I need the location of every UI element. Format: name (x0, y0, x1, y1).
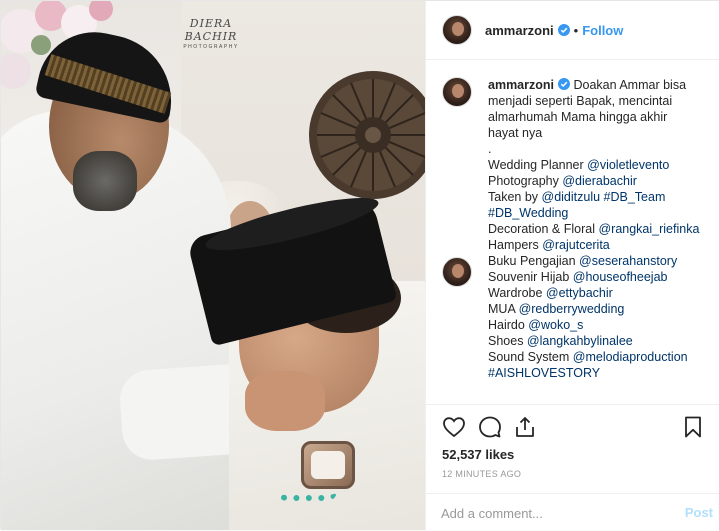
groom-hand (245, 371, 325, 431)
caption-line: . (488, 142, 492, 156)
verified-badge-icon (558, 78, 570, 90)
caption-row: ammarzoni Doakan Ammar bisa menjadi sepe… (442, 77, 705, 381)
caption-line: Doakan Ammar bisa (570, 78, 687, 92)
caption-mention-link[interactable]: @rangkai_riefinka (598, 222, 699, 236)
avatar[interactable] (442, 15, 472, 45)
caption-line-prefix: Hampers (488, 238, 543, 252)
comment-input[interactable] (441, 503, 671, 523)
post-button[interactable]: Post (685, 505, 713, 520)
follow-button[interactable]: Follow (582, 23, 623, 38)
caption-mention-link[interactable]: @langkahbylinalee (527, 334, 633, 348)
header-username[interactable]: ammarzoni (485, 23, 554, 38)
post-side-panel: ammarzoni • Follow ammarzoni Doakan Amma… (425, 1, 719, 530)
decor-rosette (309, 71, 425, 199)
caption-mention-link[interactable]: @dierabachir (562, 174, 637, 188)
post-timestamp[interactable]: 12 MINUTES AGO (442, 469, 521, 479)
elder-man-beard (73, 151, 137, 211)
caption-line: Sound System @melodiaproduction (488, 349, 705, 365)
caption-line-prefix: Shoes (488, 334, 527, 348)
likes-count[interactable]: 52,537 likes (442, 447, 514, 462)
caption-mention-link[interactable]: @redberrywedding (519, 302, 625, 316)
heart-icon[interactable] (442, 415, 466, 439)
caption-line-prefix: MUA (488, 302, 519, 316)
caption-username[interactable]: ammarzoni (488, 78, 554, 92)
comment-icon[interactable] (478, 415, 502, 439)
post-actions: 52,537 likes 12 MINUTES AGO Post (426, 404, 719, 530)
watermark-title: DIERA BACHIR (184, 17, 238, 43)
bookmark-icon[interactable] (681, 415, 705, 439)
caption-line: almarhumah Mama hingga akhir (488, 110, 668, 124)
caption-line-prefix: Sound System (488, 350, 573, 364)
caption-line-prefix: Hairdo (488, 318, 529, 332)
caption-line: Wardrobe @ettybachir (488, 285, 705, 301)
caption-line: #DB_Wedding (488, 205, 705, 221)
caption-line-prefix: Wardrobe (488, 286, 546, 300)
caption-mention-link[interactable]: @diditzulu #DB_Team (542, 190, 666, 204)
caption-avatar[interactable] (442, 77, 472, 107)
post-header: ammarzoni • Follow (426, 1, 719, 60)
caption-mention-link[interactable]: @rajutcerita (542, 238, 610, 252)
caption-line: Wedding Planner @violetlevento (488, 157, 705, 173)
comments-section[interactable]: ammarzoni Doakan Ammar bisa menjadi sepe… (426, 61, 719, 404)
header-separator: • (573, 22, 579, 38)
caption-mention-link[interactable]: @houseofheejab (573, 270, 668, 284)
caption-line-prefix: Wedding Planner (488, 158, 588, 172)
caption-line: Hairdo @woko_s (488, 317, 705, 333)
caption-line: #AISHLOVESTORY (488, 365, 705, 381)
caption-mention-link[interactable]: @violetlevento (587, 158, 669, 172)
caption-mention-link[interactable]: @woko_s (528, 318, 583, 332)
caption-mention-link[interactable]: @melodiaproduction (573, 350, 688, 364)
caption-line: Buku Pengajian @seserahanstory (488, 253, 705, 269)
caption-line: Taken by @diditzulu #DB_Team (488, 189, 705, 205)
caption-line-prefix: Souvenir Hijab (488, 270, 573, 284)
caption-line: Hampers @rajutcerita (488, 237, 705, 253)
caption-line-prefix: Photography (488, 174, 563, 188)
add-comment-bar: Post (426, 493, 719, 531)
caption-mention-link[interactable]: #DB_Wedding (488, 206, 568, 220)
caption-line: Decoration & Floral @rangkai_riefinka (488, 221, 705, 237)
verified-badge-icon (557, 24, 570, 36)
caption-mention-link[interactable]: @seserahanstory (579, 254, 677, 268)
wristwatch-face (311, 451, 345, 479)
caption-line-prefix: Taken by (488, 190, 542, 204)
caption-line-prefix: Buku Pengajian (488, 254, 580, 268)
caption-line: Shoes @langkahbylinalee (488, 333, 705, 349)
caption-line: Photography @dierabachir (488, 173, 705, 189)
watermark-subtitle: PHOTOGRAPHY (183, 44, 239, 50)
caption-mention-link[interactable]: @ettybachir (546, 286, 613, 300)
share-icon[interactable] (513, 415, 537, 439)
commenter-avatar[interactable] (442, 257, 472, 287)
caption-line: hayat nya (488, 126, 543, 140)
caption-line: menjadi seperti Bapak, mencintai (488, 94, 673, 108)
caption-line: Souvenir Hijab @houseofheejab (488, 269, 705, 285)
prayer-beads (277, 481, 337, 501)
post-photo[interactable]: DIERA BACHIR PHOTOGRAPHY (1, 1, 425, 530)
caption-line: MUA @redberrywedding (488, 301, 705, 317)
caption-line-prefix: Decoration & Floral (488, 222, 599, 236)
caption-text: ammarzoni Doakan Ammar bisa menjadi sepe… (488, 77, 705, 381)
action-icons (442, 415, 705, 443)
caption-first-line: ammarzoni Doakan Ammar bisa (488, 77, 705, 93)
caption-mention-link[interactable]: #AISHLOVESTORY (488, 366, 600, 380)
photo-watermark: DIERA BACHIR PHOTOGRAPHY (171, 17, 251, 50)
instagram-post: DIERA BACHIR PHOTOGRAPHY ammarzoni • Fol… (0, 0, 719, 530)
